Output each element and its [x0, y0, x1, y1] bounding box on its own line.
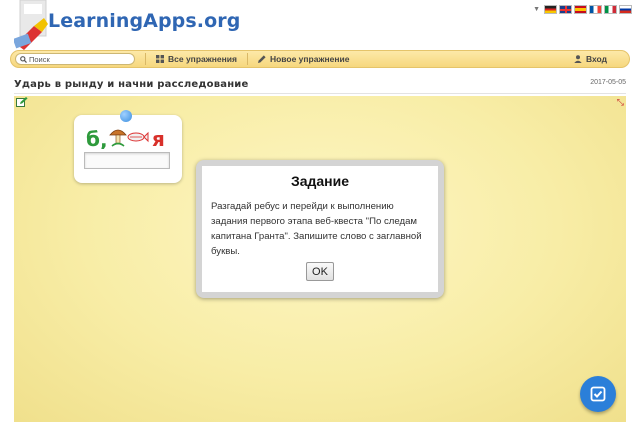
check-icon [590, 386, 606, 402]
rebus-image: б , я [86, 127, 165, 149]
flag-ru-icon[interactable] [619, 5, 632, 14]
flag-en-icon[interactable] [559, 5, 572, 14]
dialog-title: Задание [290, 173, 350, 189]
language-selector: ▼ [533, 5, 632, 14]
pencil-icon [257, 55, 266, 63]
nav-login[interactable]: Вход [564, 51, 617, 67]
main-nav: Поиск Все упражнения Новое упражнение Вх… [10, 50, 630, 68]
page-date: 2017-05-05 [590, 79, 626, 86]
nav-new-exercise-label: Новое упражнение [269, 54, 350, 64]
page-title: Ударь в рынду и начни расследование [14, 79, 249, 90]
rebus-comma: , [100, 128, 108, 149]
flag-de-icon[interactable] [544, 5, 557, 14]
logo-text: LearningApps.org [48, 10, 241, 32]
search-placeholder: Поиск [29, 54, 50, 64]
search-input[interactable]: Поиск [15, 53, 135, 65]
rebus-card: б , я [74, 110, 182, 183]
edit-icon[interactable] [16, 97, 28, 107]
fish-icon [127, 131, 149, 143]
grid-icon [156, 55, 164, 63]
chevron-down-icon[interactable]: ▼ [533, 6, 540, 13]
nav-all-exercises-label: Все упражнения [168, 54, 237, 64]
nav-login-label: Вход [585, 54, 607, 64]
mushroom-icon [109, 129, 127, 147]
ok-button[interactable]: OK [306, 262, 334, 281]
answer-input[interactable] [84, 152, 170, 169]
dialog-text: Разгадай ребус и перейди к выполнению за… [211, 201, 422, 257]
nav-new-exercise[interactable]: Новое упражнение [248, 51, 359, 67]
title-divider [14, 93, 626, 94]
nav-all-exercises[interactable]: Все упражнения [146, 51, 247, 67]
flag-fr-icon[interactable] [589, 5, 602, 14]
page: LearningApps.org ▼ Поиск Все упражнения … [0, 0, 640, 431]
exercise-stage: ⤡ б , я Задание Разгадай ребус и перейди… [14, 96, 626, 422]
search-icon [20, 55, 27, 63]
check-button[interactable] [580, 376, 616, 412]
logo[interactable]: LearningApps.org [14, 0, 244, 50]
task-dialog-body: Задание Разгадай ребус и перейди к выпол… [202, 166, 438, 292]
fullscreen-icon[interactable]: ⤡ [617, 97, 624, 108]
user-icon [574, 55, 582, 63]
task-dialog: Задание Разгадай ребус и перейди к выпол… [196, 160, 444, 298]
pin-icon [120, 110, 132, 122]
rebus-letter-end: я [152, 127, 165, 149]
flag-it-icon[interactable] [604, 5, 617, 14]
rebus-letter-start: б [86, 127, 100, 149]
flag-es-icon[interactable] [574, 5, 587, 14]
